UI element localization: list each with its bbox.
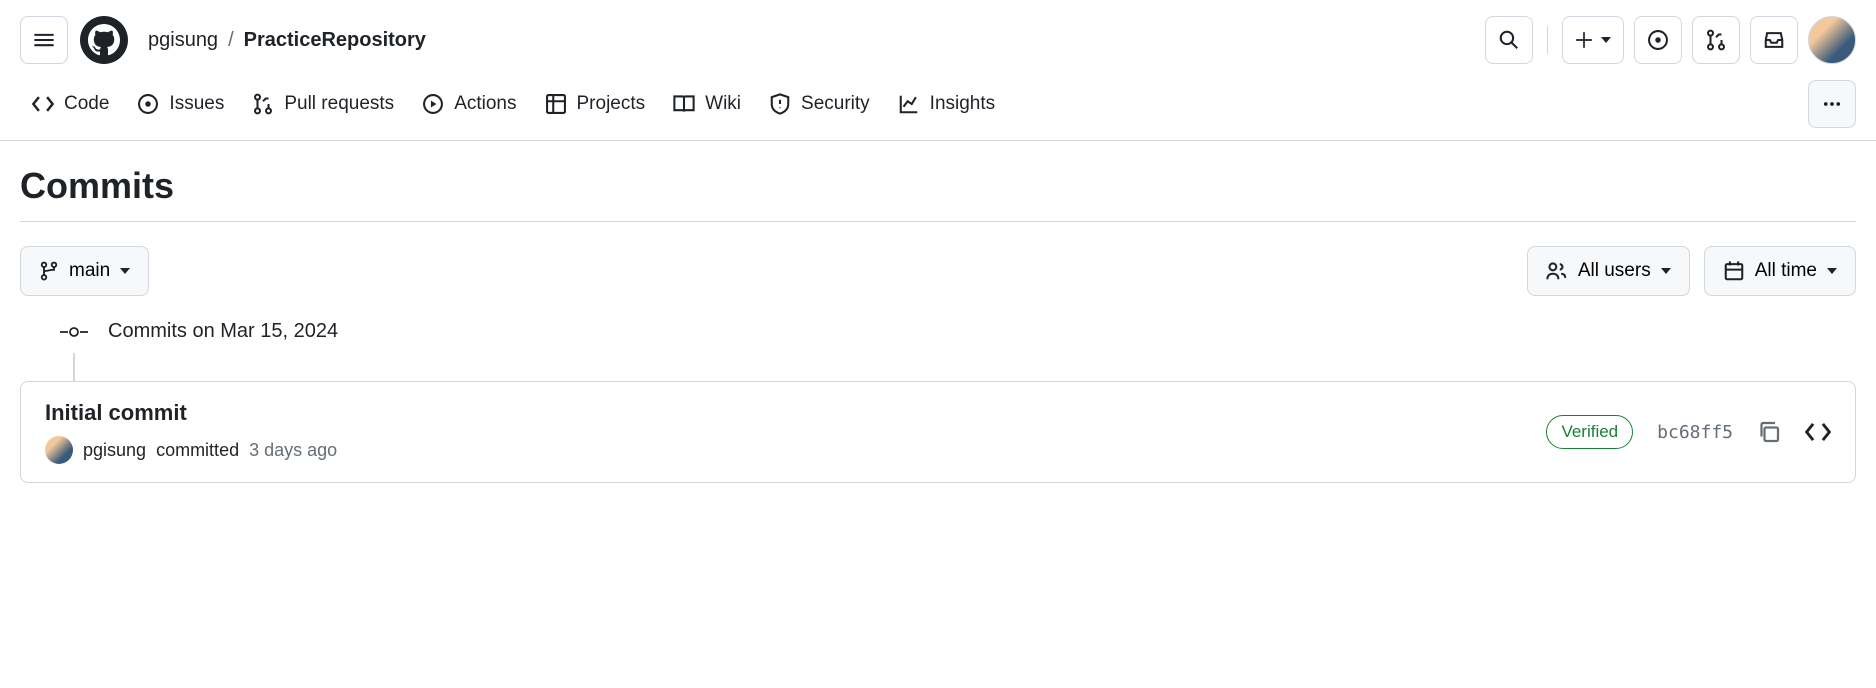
page-title: Commits	[20, 165, 1856, 222]
inbox-button[interactable]	[1750, 16, 1798, 64]
copy-icon	[1757, 420, 1781, 444]
code-icon	[32, 93, 54, 115]
tab-label: Wiki	[705, 93, 741, 115]
caret-down-icon	[1827, 268, 1837, 274]
issue-icon	[1647, 29, 1669, 51]
commit-author-avatar[interactable]	[45, 436, 73, 464]
commit-author-link[interactable]: pgisung	[83, 440, 146, 461]
owner-link[interactable]: pgisung	[148, 29, 218, 52]
commit-card: Initial commit pgisung committed 3 days …	[20, 381, 1856, 483]
tab-code[interactable]: Code	[32, 85, 109, 123]
hamburger-menu-button[interactable]	[20, 16, 68, 64]
table-icon	[545, 93, 567, 115]
tab-label: Insights	[930, 93, 995, 115]
tab-projects[interactable]: Projects	[545, 85, 646, 123]
pull-requests-button[interactable]	[1692, 16, 1740, 64]
tab-label: Security	[801, 93, 870, 115]
plus-icon	[1575, 31, 1593, 49]
timeline-date-header: Commits on Mar 15, 2024	[20, 320, 1856, 343]
tab-actions[interactable]: Actions	[422, 85, 516, 123]
main-header: pgisung / PracticeRepository	[0, 0, 1876, 80]
hamburger-icon	[33, 29, 55, 51]
tab-label: Projects	[577, 93, 646, 115]
repo-link[interactable]: PracticeRepository	[244, 29, 426, 52]
pull-request-icon	[1705, 29, 1727, 51]
commit-node-icon	[60, 324, 88, 340]
git-branch-icon	[39, 261, 59, 281]
caret-down-icon	[1601, 37, 1611, 43]
search-icon	[1498, 29, 1520, 51]
issue-icon	[137, 93, 159, 115]
graph-icon	[898, 93, 920, 115]
code-icon	[1805, 419, 1831, 445]
people-icon	[1546, 260, 1568, 282]
filters-row: main All users All time	[20, 246, 1856, 296]
tab-wiki[interactable]: Wiki	[673, 85, 741, 123]
tab-label: Code	[64, 93, 109, 115]
copy-sha-button[interactable]	[1757, 420, 1781, 444]
breadcrumb: pgisung / PracticeRepository	[148, 29, 426, 52]
tab-label: Issues	[169, 93, 224, 115]
tab-insights[interactable]: Insights	[898, 85, 995, 123]
branch-selector-button[interactable]: main	[20, 246, 149, 296]
tab-pull-requests[interactable]: Pull requests	[252, 85, 394, 123]
time-filter-button[interactable]: All time	[1704, 246, 1856, 296]
create-new-button[interactable]	[1562, 16, 1624, 64]
more-tabs-button[interactable]	[1808, 80, 1856, 128]
time-filter-label: All time	[1755, 260, 1817, 282]
timeline-line	[73, 353, 75, 381]
tab-security[interactable]: Security	[769, 85, 870, 123]
tab-issues[interactable]: Issues	[137, 85, 224, 123]
repo-tabs: Code Issues Pull requests Actions Projec…	[0, 80, 1876, 141]
breadcrumb-separator: /	[228, 29, 234, 52]
pull-request-icon	[252, 93, 274, 115]
branch-name: main	[69, 260, 110, 282]
play-icon	[422, 93, 444, 115]
kebab-icon	[1822, 94, 1842, 114]
caret-down-icon	[1661, 268, 1671, 274]
verified-badge[interactable]: Verified	[1546, 415, 1633, 449]
book-icon	[673, 93, 695, 115]
issues-button[interactable]	[1634, 16, 1682, 64]
commit-title-link[interactable]: Initial commit	[45, 400, 337, 426]
caret-down-icon	[120, 268, 130, 274]
browse-code-button[interactable]	[1805, 419, 1831, 445]
inbox-icon	[1763, 29, 1785, 51]
github-icon	[88, 24, 120, 56]
shield-icon	[769, 93, 791, 115]
tab-label: Pull requests	[284, 93, 394, 115]
timeline-date-label: Commits on Mar 15, 2024	[108, 320, 338, 343]
calendar-icon	[1723, 260, 1745, 282]
commit-time: 3 days ago	[249, 440, 337, 461]
commit-meta: pgisung committed 3 days ago	[45, 436, 337, 464]
header-divider	[1547, 26, 1548, 54]
commit-sha-link[interactable]: bc68ff5	[1657, 422, 1733, 443]
users-filter-button[interactable]: All users	[1527, 246, 1690, 296]
commit-action: committed	[156, 440, 239, 461]
users-filter-label: All users	[1578, 260, 1651, 282]
github-logo[interactable]	[80, 16, 128, 64]
search-button[interactable]	[1485, 16, 1533, 64]
tab-label: Actions	[454, 93, 516, 115]
user-avatar[interactable]	[1808, 16, 1856, 64]
